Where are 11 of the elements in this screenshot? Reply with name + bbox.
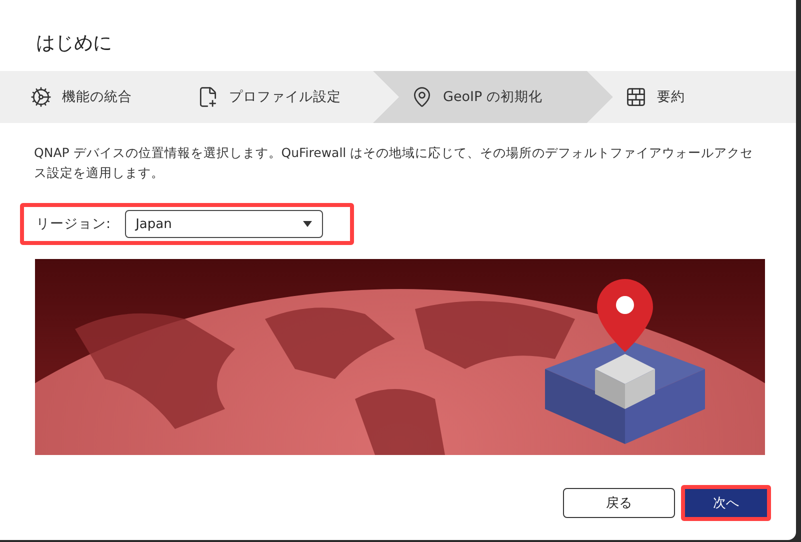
- back-button[interactable]: 戻る: [563, 488, 675, 518]
- document-plus-icon: [197, 86, 219, 108]
- description-text: QNAP デバイスの位置情報を選択します。QuFirewall はその地域に応じて、その場所のデフォルトファイアウォールアクセス設定を適用します。: [34, 144, 754, 182]
- region-label: リージョン:: [36, 215, 111, 233]
- caret-icon: [302, 221, 312, 227]
- dialog-title: はじめに: [35, 31, 113, 56]
- region-dropdown[interactable]: Japan: [124, 210, 323, 238]
- gear-icon: [30, 86, 52, 108]
- next-button[interactable]: 次へ: [681, 485, 771, 521]
- location-pin-icon: [411, 86, 433, 108]
- brick-wall-icon: [625, 86, 647, 108]
